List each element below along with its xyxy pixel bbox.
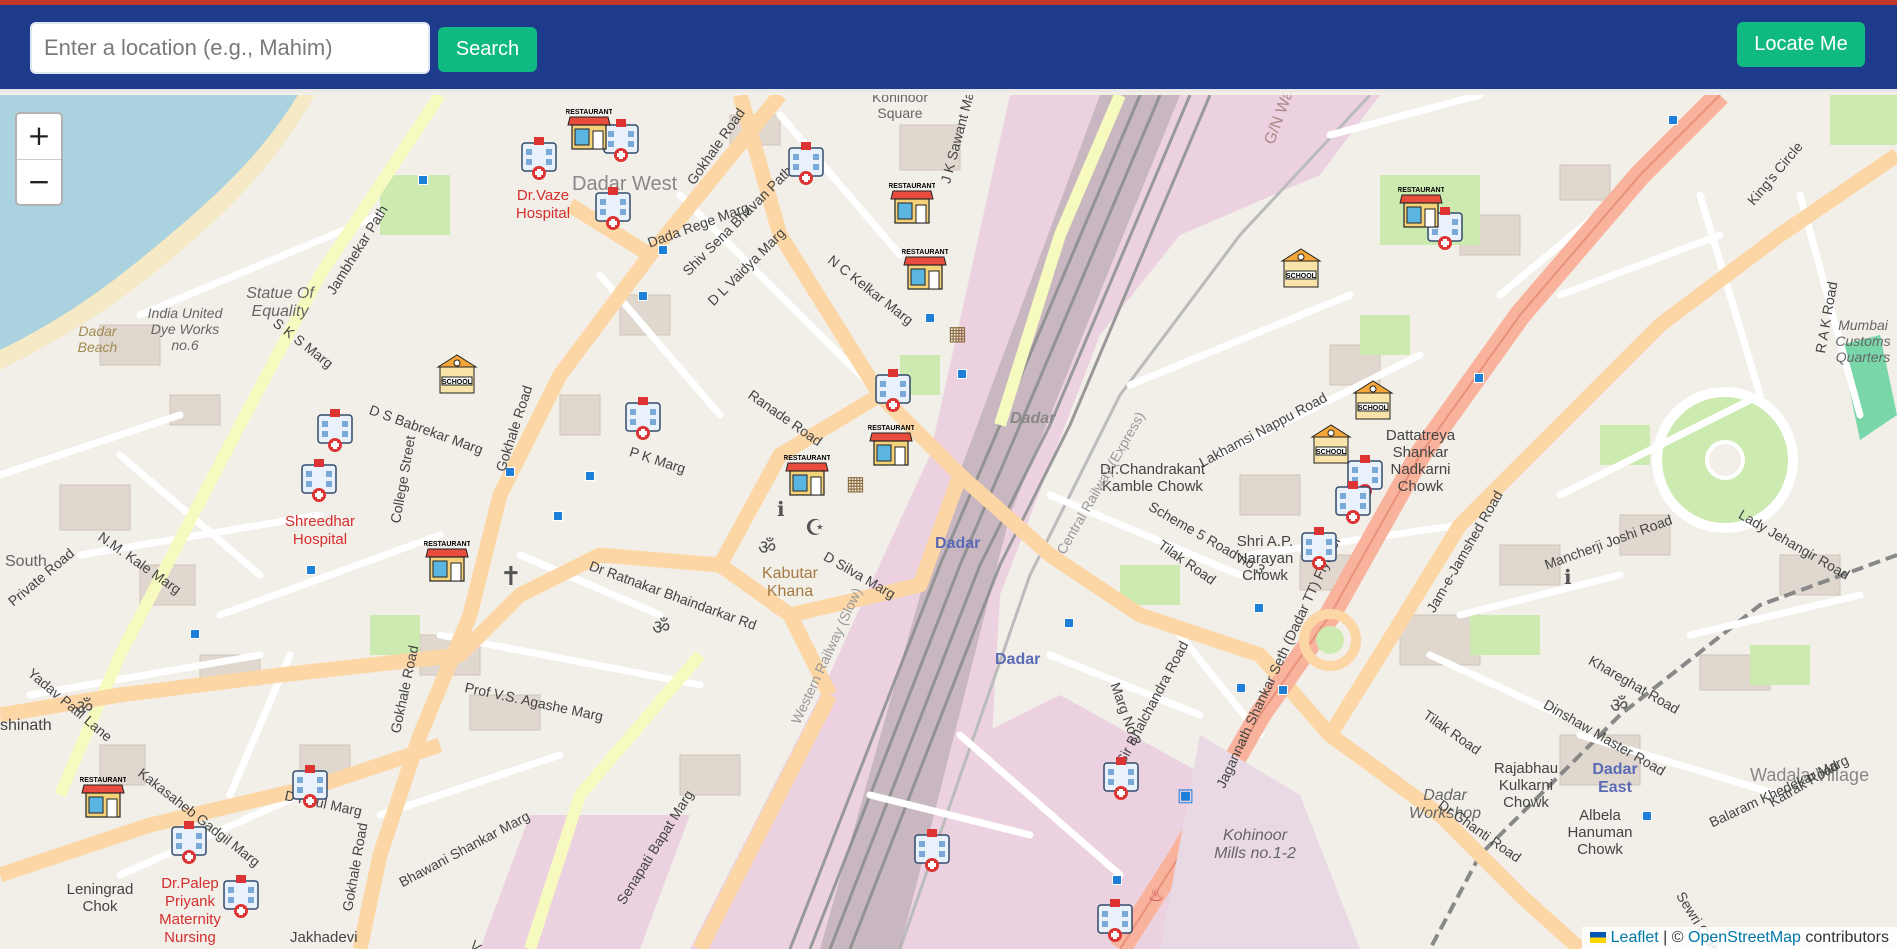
hospital-icon[interactable]: [218, 873, 264, 919]
map-label-dadar-beach: Dadar Beach: [77, 323, 118, 355]
zoom-in-button[interactable]: +: [17, 114, 61, 160]
map-label-dadar-station-1: Dadar: [935, 535, 981, 552]
cinema-icon: ▦: [948, 323, 967, 345]
map-label-dattatreya-chowk: Dattatreya Shankar Nadkarni Chowk: [1385, 427, 1456, 495]
info-icon: ℹ: [777, 499, 785, 521]
temple-icon: ॐ: [75, 697, 94, 719]
bus-stop-marker[interactable]: [418, 175, 428, 185]
map-label-dadar-east: Dadar East: [1592, 761, 1638, 796]
map-label-india-united: India United Dye Works no.6: [147, 305, 223, 353]
restaurant-icon[interactable]: [889, 181, 935, 227]
bus-stop-marker[interactable]: [585, 471, 595, 481]
hospital-icon[interactable]: [287, 763, 333, 809]
bus-stop-marker[interactable]: [1474, 373, 1484, 383]
temple-icon: ॐ: [652, 617, 671, 639]
map-label-rajabhau-chowk: Rajabhau Kulkarni Chowk: [1493, 760, 1559, 811]
hospital-icon[interactable]: [620, 395, 666, 441]
ukraine-flag-icon: [1590, 932, 1607, 944]
hospital-icon[interactable]: [870, 367, 916, 413]
map-label-leningrad-chok: Leningrad Chok: [66, 881, 134, 915]
header-bar: Search Locate Me: [0, 5, 1897, 92]
attribution-separator: | ©: [1663, 929, 1684, 946]
map-label-dr-vaze-hospital: Dr.Vaze Hospital: [515, 187, 571, 222]
bus-stop-marker[interactable]: [1668, 115, 1678, 125]
hospital-icon[interactable]: [783, 140, 829, 186]
restaurant-icon[interactable]: [566, 107, 612, 153]
restaurant-icon[interactable]: [1398, 185, 1444, 231]
map-attribution: Leaflet | © OpenStreetMap contributors: [1582, 927, 1897, 949]
school-icon[interactable]: [1308, 421, 1354, 467]
bus-stop-marker[interactable]: [957, 369, 967, 379]
bus-stop-marker[interactable]: [1112, 875, 1122, 885]
map-label-albela-chowk: Albela Hanuman Chowk: [1567, 807, 1633, 858]
cinema-icon: ▦: [846, 473, 865, 495]
map-label-jakhadevi: Jakhadevi: [290, 929, 358, 946]
hospital-icon[interactable]: [312, 407, 358, 453]
bus-stop-marker[interactable]: [1064, 618, 1074, 628]
restaurant-icon[interactable]: [424, 539, 470, 585]
bus-icon: ▣: [1177, 785, 1195, 805]
restaurant-icon[interactable]: [80, 775, 126, 821]
map-view[interactable]: Dadar West Dr.Vaze Hospital Shreedhar Ho…: [0, 95, 1897, 949]
map-label-dadar-station-3: Dadar: [1010, 410, 1056, 427]
hospital-icon[interactable]: [1330, 479, 1376, 525]
search-input[interactable]: [30, 22, 430, 74]
hospital-icon[interactable]: [909, 827, 955, 873]
mosque-icon: ☪: [805, 515, 825, 540]
restaurant-icon[interactable]: [868, 423, 914, 469]
hospital-icon[interactable]: [590, 185, 636, 231]
map-label-kohinoor-mills: Kohinoor Mills no.1-2: [1214, 827, 1296, 862]
temple-icon: ॐ: [1610, 695, 1629, 717]
bus-stop-marker[interactable]: [925, 313, 935, 323]
hospital-icon[interactable]: [296, 457, 342, 503]
hospital-icon[interactable]: [166, 819, 212, 865]
map-label-dadar-station-2: Dadar: [995, 651, 1041, 668]
leaflet-link[interactable]: Leaflet: [1611, 929, 1659, 946]
school-icon[interactable]: [1350, 377, 1396, 423]
hospital-icon[interactable]: [1296, 525, 1342, 571]
hospital-icon[interactable]: [1092, 897, 1138, 943]
info-icon: ℹ: [1564, 567, 1572, 589]
hospital-icon[interactable]: [1098, 755, 1144, 801]
bus-stop-marker[interactable]: [190, 629, 200, 639]
map-label-kohinoor-square: Kohinoor Square: [871, 95, 929, 121]
hospital-icon[interactable]: [516, 135, 562, 181]
map-label-kabutar-khana: Kabutar Khana: [761, 565, 819, 600]
search-button[interactable]: Search: [438, 27, 537, 72]
openstreetmap-link[interactable]: OpenStreetMap: [1688, 929, 1801, 946]
restaurant-icon[interactable]: [902, 247, 948, 293]
school-icon[interactable]: [1278, 245, 1324, 291]
zoom-out-button[interactable]: −: [17, 160, 61, 205]
bus-stop-marker[interactable]: [1236, 683, 1246, 693]
restaurant-icon[interactable]: [784, 453, 830, 499]
bus-stop-marker[interactable]: [306, 565, 316, 575]
temple-icon: ॐ: [758, 537, 777, 559]
map-label-shreedhar-hospital: Shreedhar Hospital: [284, 513, 356, 548]
zoom-control: + −: [15, 112, 63, 206]
map-label-shinath: shinath: [0, 717, 52, 734]
school-icon[interactable]: [434, 351, 480, 397]
bus-stop-marker[interactable]: [638, 291, 648, 301]
bus-stop-marker[interactable]: [1278, 685, 1288, 695]
attribution-suffix: contributors: [1805, 929, 1889, 946]
fire-station-icon: ♨: [1148, 885, 1165, 905]
bus-stop-marker[interactable]: [1642, 811, 1652, 821]
church-icon: ✝: [500, 561, 522, 591]
locate-me-button[interactable]: Locate Me: [1737, 22, 1865, 67]
bus-stop-marker[interactable]: [553, 511, 563, 521]
map-label-mumbai-customs: Mumbai Customs Quarters: [1835, 317, 1891, 365]
bus-stop-marker[interactable]: [1254, 603, 1264, 613]
